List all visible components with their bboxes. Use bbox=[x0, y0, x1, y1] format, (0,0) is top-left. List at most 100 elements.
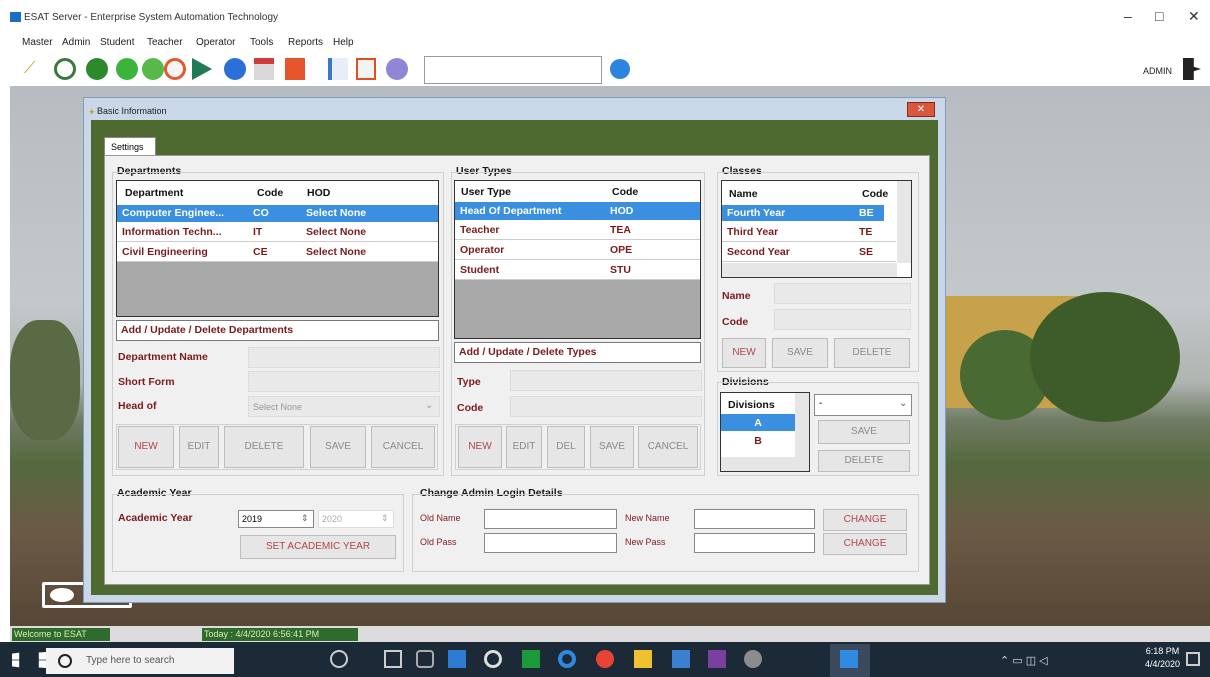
toolbar-search-input[interactable] bbox=[424, 56, 602, 84]
table-row[interactable]: Student STU bbox=[455, 260, 700, 280]
column-hod[interactable]: HOD bbox=[307, 187, 330, 199]
new-department-button[interactable]: NEW bbox=[118, 426, 174, 468]
info-icon[interactable] bbox=[610, 59, 630, 79]
menu-master[interactable]: Master bbox=[22, 37, 53, 48]
triangle-icon[interactable] bbox=[224, 58, 246, 80]
menu-reports[interactable]: Reports bbox=[288, 37, 323, 48]
spinner-icon[interactable]: ⇕ bbox=[301, 513, 309, 524]
refresh-icon[interactable] bbox=[116, 58, 138, 80]
table-row[interactable]: Civil Engineering CE Select None bbox=[117, 242, 438, 262]
change-name-button[interactable]: CHANGE bbox=[823, 509, 907, 531]
save-department-button[interactable]: SAVE bbox=[310, 426, 366, 468]
minimize-button[interactable]: – bbox=[1124, 8, 1132, 24]
table-row[interactable]: Computer Enginee... CO Select None bbox=[117, 205, 438, 222]
short-form-input[interactable] bbox=[248, 371, 440, 392]
table-row[interactable]: Second Year SE bbox=[722, 242, 896, 262]
search-app-icon[interactable] bbox=[484, 650, 502, 668]
column-code[interactable]: Code bbox=[257, 187, 283, 199]
esat-app-icon[interactable] bbox=[840, 650, 858, 668]
old-name-input[interactable] bbox=[484, 509, 617, 529]
table-row[interactable]: Teacher TEA bbox=[455, 220, 700, 240]
menu-help[interactable]: Help bbox=[333, 37, 354, 48]
new-type-button[interactable]: NEW bbox=[458, 426, 502, 468]
column-code[interactable]: Code bbox=[862, 188, 888, 200]
new-name-input[interactable] bbox=[694, 509, 815, 529]
excel-icon[interactable] bbox=[522, 650, 540, 668]
table-row[interactable]: Third Year TE bbox=[722, 222, 896, 242]
division-select[interactable]: - ⌄ bbox=[814, 394, 912, 416]
paint-icon[interactable] bbox=[416, 650, 434, 668]
wand-icon[interactable]: ⟋ bbox=[24, 60, 35, 78]
delete-department-button[interactable]: DELETE bbox=[224, 426, 304, 468]
column-department[interactable]: Department bbox=[125, 187, 183, 199]
menu-operator[interactable]: Operator bbox=[196, 37, 235, 48]
cancel-type-button[interactable]: CANCEL bbox=[638, 426, 698, 468]
save-type-button[interactable]: SAVE bbox=[590, 426, 634, 468]
visual-studio-icon[interactable] bbox=[708, 650, 726, 668]
old-pass-input[interactable] bbox=[484, 533, 617, 553]
tab-settings[interactable]: Settings bbox=[104, 137, 156, 156]
table-row[interactable]: Information Techn... IT Select None bbox=[117, 222, 438, 242]
edit-type-button[interactable]: EDIT bbox=[506, 426, 542, 468]
new-class-button[interactable]: NEW bbox=[722, 338, 766, 368]
microphone-icon[interactable] bbox=[330, 650, 348, 668]
column-user-type[interactable]: User Type bbox=[461, 186, 511, 198]
cancel-department-button[interactable]: CANCEL bbox=[371, 426, 435, 468]
head-of-select[interactable]: Select None ⌄ bbox=[248, 396, 440, 417]
app-icon[interactable] bbox=[672, 650, 690, 668]
year-to-input[interactable]: 2020 ⇕ bbox=[318, 510, 394, 528]
year-from-input[interactable]: 2019 ⇕ bbox=[238, 510, 314, 528]
delete-class-button[interactable]: DELETE bbox=[834, 338, 910, 368]
table-row[interactable]: Head Of Department HOD bbox=[455, 202, 700, 220]
delete-type-button[interactable]: DEL bbox=[547, 426, 585, 468]
menu-admin[interactable]: Admin bbox=[62, 37, 90, 48]
report-icon[interactable] bbox=[285, 58, 305, 80]
manage-departments-link[interactable]: Add / Update / Delete Departments bbox=[116, 320, 439, 341]
add-icon[interactable] bbox=[86, 58, 108, 80]
sync-icon[interactable] bbox=[164, 58, 186, 80]
menu-teacher[interactable]: Teacher bbox=[147, 37, 183, 48]
table-row[interactable]: Operator OPE bbox=[455, 240, 700, 260]
notification-icon[interactable] bbox=[1186, 652, 1200, 666]
edge-icon[interactable] bbox=[558, 650, 576, 668]
vertical-scrollbar[interactable] bbox=[897, 181, 911, 263]
column-name[interactable]: Name bbox=[729, 188, 758, 200]
manage-user-types-link[interactable]: Add / Update / Delete Types bbox=[454, 342, 701, 363]
home-icon[interactable] bbox=[356, 58, 376, 80]
menu-tools[interactable]: Tools bbox=[250, 37, 273, 48]
new-pass-input[interactable] bbox=[694, 533, 815, 553]
search-icon[interactable] bbox=[54, 58, 76, 80]
code-input[interactable] bbox=[510, 396, 702, 417]
task-view-icon[interactable] bbox=[384, 650, 402, 668]
chrome-icon[interactable] bbox=[596, 650, 614, 668]
set-academic-year-button[interactable]: SET ACADEMIC YEAR bbox=[240, 535, 396, 559]
menu-student[interactable]: Student bbox=[100, 37, 134, 48]
calendar-icon[interactable] bbox=[254, 58, 274, 80]
type-input[interactable] bbox=[510, 370, 702, 391]
save-class-button[interactable]: SAVE bbox=[772, 338, 828, 368]
save-division-button[interactable]: SAVE bbox=[818, 420, 910, 444]
taskbar-search-input[interactable]: Type here to search bbox=[46, 648, 234, 674]
close-button[interactable]: ✕ bbox=[1188, 8, 1200, 25]
change-pass-button[interactable]: CHANGE bbox=[823, 533, 907, 555]
horizontal-scrollbar[interactable] bbox=[721, 457, 809, 471]
table-row[interactable]: A bbox=[721, 414, 795, 431]
horizontal-scrollbar[interactable] bbox=[722, 263, 897, 277]
maximize-button[interactable]: □ bbox=[1155, 8, 1163, 24]
department-name-input[interactable] bbox=[248, 347, 440, 368]
vertical-scrollbar[interactable] bbox=[795, 393, 809, 457]
column-code[interactable]: Code bbox=[612, 186, 638, 198]
app-icon[interactable] bbox=[448, 650, 466, 668]
taskbar-clock[interactable]: 6:18 PM 4/4/2020 bbox=[1145, 645, 1180, 671]
folder-icon[interactable] bbox=[634, 650, 652, 668]
user-icon[interactable] bbox=[386, 58, 408, 80]
edit-department-button[interactable]: EDIT bbox=[179, 426, 219, 468]
app-icon[interactable] bbox=[744, 650, 762, 668]
table-row[interactable]: B bbox=[721, 432, 795, 449]
power-icon[interactable] bbox=[142, 58, 164, 80]
class-name-input[interactable] bbox=[774, 283, 911, 304]
export-icon[interactable] bbox=[328, 58, 348, 80]
spinner-icon[interactable]: ⇕ bbox=[381, 513, 389, 524]
delete-division-button[interactable]: DELETE bbox=[818, 450, 910, 472]
column-divisions[interactable]: Divisions bbox=[728, 399, 775, 411]
